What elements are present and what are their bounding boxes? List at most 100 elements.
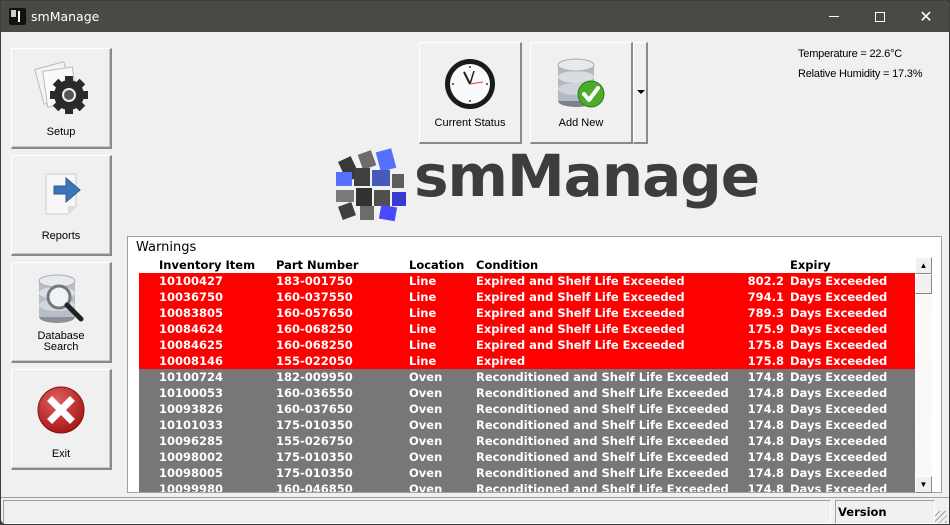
add-new-dropdown-button[interactable]: [633, 42, 648, 144]
warning-row[interactable]: 10100724 182-009950 Oven Reconditioned and …: [139, 369, 915, 385]
scroll-thumb[interactable]: [915, 274, 932, 294]
warning-row[interactable]: 10098002 175-010350 Oven Reconditioned and …: [139, 449, 915, 465]
expiry-cell: Days Exceeded: [790, 466, 888, 480]
days-cell: 174.8: [747, 466, 784, 480]
close-icon: ✕: [919, 6, 933, 26]
logo-mark-icon: [336, 148, 406, 222]
close-button[interactable]: ✕: [903, 1, 949, 32]
exit-button[interactable]: Exit: [11, 369, 112, 470]
inventory-item-cell: 10096285: [159, 434, 224, 448]
inventory-item-cell: 10098005: [159, 466, 224, 480]
column-header-inventory-item[interactable]: Inventory Item: [159, 257, 255, 273]
minimize-icon: [829, 16, 839, 17]
warning-row[interactable]: 10083805 160-057650 Line Expired and Shelf …: [139, 305, 915, 321]
dropdown-arrow-icon: [637, 90, 645, 94]
warnings-header-row: Inventory Item Part Number Location Cond…: [139, 257, 915, 273]
part-number-cell: 175-010350: [276, 466, 353, 480]
database-search-button[interactable]: Database Search: [11, 262, 112, 363]
setup-button[interactable]: Setup: [11, 48, 112, 149]
exit-label: Exit: [51, 448, 71, 460]
minimize-button[interactable]: [811, 1, 857, 32]
location-cell: Oven: [409, 482, 443, 492]
location-cell: Oven: [409, 402, 443, 416]
part-number-cell: 175-010350: [276, 450, 353, 464]
days-cell: 794.1: [747, 290, 784, 304]
inventory-item-cell: 10100427: [159, 274, 224, 288]
warnings-grid[interactable]: Inventory Item Part Number Location Cond…: [139, 257, 915, 492]
column-header-part-number[interactable]: Part Number: [276, 257, 359, 273]
part-number-cell: 155-026750: [276, 434, 353, 448]
reports-button[interactable]: Reports: [11, 155, 112, 256]
maximize-icon: [875, 11, 885, 22]
reports-label: Reports: [41, 230, 81, 242]
inventory-item-cell: 10101033: [159, 418, 224, 432]
column-header-condition[interactable]: Condition: [476, 257, 538, 273]
days-cell: 174.8: [747, 418, 784, 432]
warning-row[interactable]: 10008146 155-022050 Line Expired 175.8 Days E…: [139, 353, 915, 369]
column-header-expiry[interactable]: Expiry: [790, 257, 831, 273]
warning-row[interactable]: 10084624 160-068250 Line Expired and Shelf …: [139, 321, 915, 337]
inventory-item-cell: 10084625: [159, 338, 224, 352]
current-status-button[interactable]: Current Status: [419, 42, 522, 144]
expiry-cell: Days Exceeded: [790, 338, 888, 352]
days-cell: 175.8: [747, 354, 784, 368]
warning-row[interactable]: 10084625 160-068250 Line Expired and Shelf …: [139, 337, 915, 353]
location-cell: Line: [409, 274, 437, 288]
condition-cell: Reconditioned and Shelf Life Exceeded: [476, 434, 729, 448]
warning-row[interactable]: 10100053 160-036550 Oven Reconditioned and …: [139, 385, 915, 401]
days-cell: 802.2: [747, 274, 784, 288]
expiry-cell: Days Exceeded: [790, 450, 888, 464]
inventory-item-cell: 10036750: [159, 290, 224, 304]
location-cell: Oven: [409, 434, 443, 448]
condition-cell: Reconditioned and Shelf Life Exceeded: [476, 386, 729, 400]
humidity-readout: Relative Humidity = 17.3%: [798, 68, 923, 80]
expiry-cell: Days Exceeded: [790, 402, 888, 416]
add-new-label: Add New: [558, 117, 604, 129]
red-x-icon: [37, 386, 85, 434]
location-cell: Line: [409, 338, 437, 352]
part-number-cell: 160-068250: [276, 338, 353, 352]
warning-row[interactable]: 10096285 155-026750 Oven Reconditioned and …: [139, 433, 915, 449]
column-header-location[interactable]: Location: [409, 257, 464, 273]
part-number-cell: 160-036550: [276, 386, 353, 400]
days-cell: 174.8: [747, 386, 784, 400]
resize-grip[interactable]: [935, 511, 947, 523]
scroll-up-button[interactable]: ▲: [915, 257, 932, 274]
location-cell: Line: [409, 306, 437, 320]
warning-row[interactable]: 10101033 175-010350 Oven Reconditioned and …: [139, 417, 915, 433]
part-number-cell: 183-001750: [276, 274, 353, 288]
title-bar: smManage ✕: [1, 1, 949, 32]
part-number-cell: 160-068250: [276, 322, 353, 336]
app-window: smManage ✕ Setup Reports Database Search…: [0, 0, 950, 525]
location-cell: Line: [409, 354, 437, 368]
location-cell: Oven: [409, 466, 443, 480]
warning-row[interactable]: 10100427 183-001750 Line Expired and Shelf …: [139, 273, 915, 289]
part-number-cell: 160-037550: [276, 290, 353, 304]
condition-cell: Expired and Shelf Life Exceeded: [476, 322, 685, 336]
scroll-down-button[interactable]: ▼: [915, 476, 932, 493]
temperature-readout: Temperature = 22.6°C: [798, 48, 903, 60]
part-number-cell: 175-010350: [276, 418, 353, 432]
warnings-title: Warnings: [136, 240, 197, 255]
version-label: Version 3.0.140: [835, 500, 935, 524]
expiry-cell: Days Exceeded: [790, 306, 888, 320]
warning-row[interactable]: 10099980 160-046850 Oven Reconditioned and …: [139, 481, 915, 492]
days-cell: 174.8: [747, 402, 784, 416]
warnings-panel: Warnings Inventory Item Part Number Loca…: [127, 236, 942, 493]
app-logo: smManage: [334, 142, 760, 223]
warning-row[interactable]: 10036750 160-037550 Line Expired and Shelf …: [139, 289, 915, 305]
days-cell: 175.8: [747, 338, 784, 352]
warning-row[interactable]: 10098005 175-010350 Oven Reconditioned and …: [139, 465, 915, 481]
maximize-button[interactable]: [857, 1, 903, 32]
current-status-label: Current Status: [434, 117, 506, 129]
warnings-scrollbar[interactable]: ▲ ▼: [915, 257, 932, 493]
expiry-cell: Days Exceeded: [790, 386, 888, 400]
condition-cell: Reconditioned and Shelf Life Exceeded: [476, 418, 729, 432]
days-cell: 174.8: [747, 370, 784, 384]
condition-cell: Expired: [476, 354, 526, 368]
expiry-cell: Days Exceeded: [790, 322, 888, 336]
add-new-button[interactable]: Add New: [530, 42, 633, 144]
expiry-cell: Days Exceeded: [790, 434, 888, 448]
warning-row[interactable]: 10093826 160-037650 Oven Reconditioned and …: [139, 401, 915, 417]
part-number-cell: 160-057650: [276, 306, 353, 320]
